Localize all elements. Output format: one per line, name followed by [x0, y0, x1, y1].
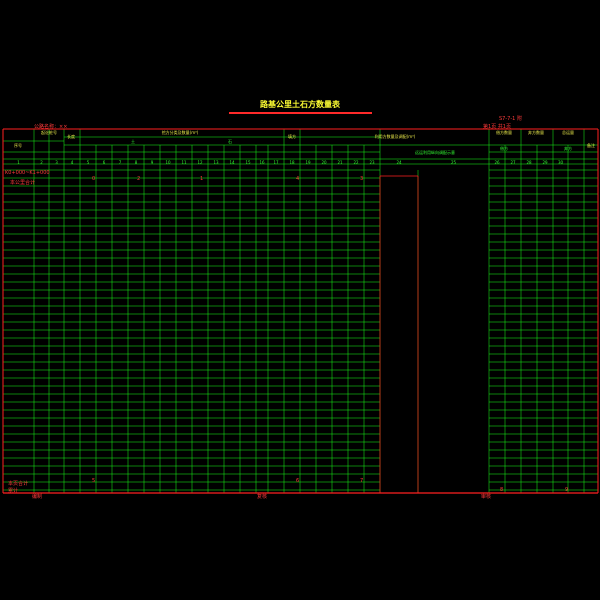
column-number: 29	[542, 160, 548, 165]
column-number: 1	[17, 160, 20, 165]
row-label-km-total: 本公里合计	[10, 180, 36, 186]
col-head-length: 长度	[67, 134, 75, 139]
col-head-waste: 弃方数量	[528, 130, 544, 135]
column-number: 30	[557, 160, 564, 165]
column-number: 6	[102, 160, 106, 165]
column-number: 9	[150, 160, 154, 165]
sign-checked: 复核	[257, 494, 268, 500]
column-number: 21	[337, 160, 343, 165]
column-number: 23	[369, 160, 375, 165]
title-underline	[229, 112, 372, 114]
column-number: 28	[526, 160, 532, 165]
page-title: 路基公里土石方数量表	[260, 100, 340, 109]
column-number: 16	[259, 160, 265, 165]
col-head-borrow: 借方数量	[496, 130, 512, 135]
col-head-station: 起讫桩号	[41, 130, 57, 135]
cell-value: 9	[565, 487, 569, 493]
cell-value: 2	[137, 176, 141, 182]
column-number: 17	[273, 160, 279, 165]
cell-value: 8	[500, 487, 504, 493]
column-number: 14	[229, 160, 235, 165]
column-number: 13	[213, 160, 219, 165]
sheet-number: S7-7-1 附	[499, 116, 522, 122]
column-number: 10	[165, 160, 171, 165]
sign-reviewed: 审核	[481, 494, 492, 500]
col-head-remarks: 备注	[587, 143, 595, 148]
column-number: 19	[305, 160, 311, 165]
column-number: 22	[353, 160, 359, 165]
col-head-haul-diagram: 远运利用纵向调配示意	[415, 150, 455, 155]
sub-head-rock: 石	[228, 139, 232, 144]
cell-value: 0	[92, 176, 96, 182]
column-number: 15	[245, 160, 251, 165]
column-number: 27	[510, 160, 516, 165]
column-number: 12	[197, 160, 203, 165]
column-number: 3	[55, 160, 58, 165]
sub-head-borrow: 借方	[500, 146, 508, 151]
column-number: 5	[86, 160, 90, 165]
sub-head-soil: 土	[131, 139, 135, 144]
row-label-page-total: 本页合计	[8, 481, 29, 487]
column-number: 4	[70, 160, 74, 165]
cell-value: 1	[200, 176, 204, 182]
cell-value: 6	[296, 478, 300, 484]
col-head-fill: 填方	[288, 134, 296, 139]
col-head-reuse: 利用方数量及调配(m³)	[374, 134, 416, 139]
col-head-row-no: 序号	[14, 143, 22, 148]
column-number: 8	[134, 160, 138, 165]
table-sheet	[2, 128, 599, 494]
column-number: 20	[321, 160, 327, 165]
row-label-cumulative: 累计	[8, 488, 19, 494]
sign-prepared: 编制	[32, 494, 43, 500]
column-number: 7	[118, 160, 122, 165]
col-head-total-haul: 总运量	[562, 130, 574, 135]
sub-head-waste: 弃方	[564, 146, 572, 151]
row-label-station: K0+000~K1+000	[5, 170, 50, 176]
column-number: 11	[181, 160, 187, 165]
col-head-cut: 挖方分类及数量(m³)	[161, 130, 199, 135]
table-grid	[2, 128, 599, 494]
column-number: 26	[494, 160, 500, 165]
cell-value: 7	[360, 478, 364, 484]
column-number: 18	[289, 160, 295, 165]
cell-value: 3	[360, 176, 364, 182]
column-number: 25	[450, 160, 457, 165]
column-number: 2	[40, 160, 43, 165]
cell-value: 4	[296, 176, 300, 182]
cell-value: 5	[92, 478, 96, 484]
column-number: 24	[396, 160, 402, 165]
